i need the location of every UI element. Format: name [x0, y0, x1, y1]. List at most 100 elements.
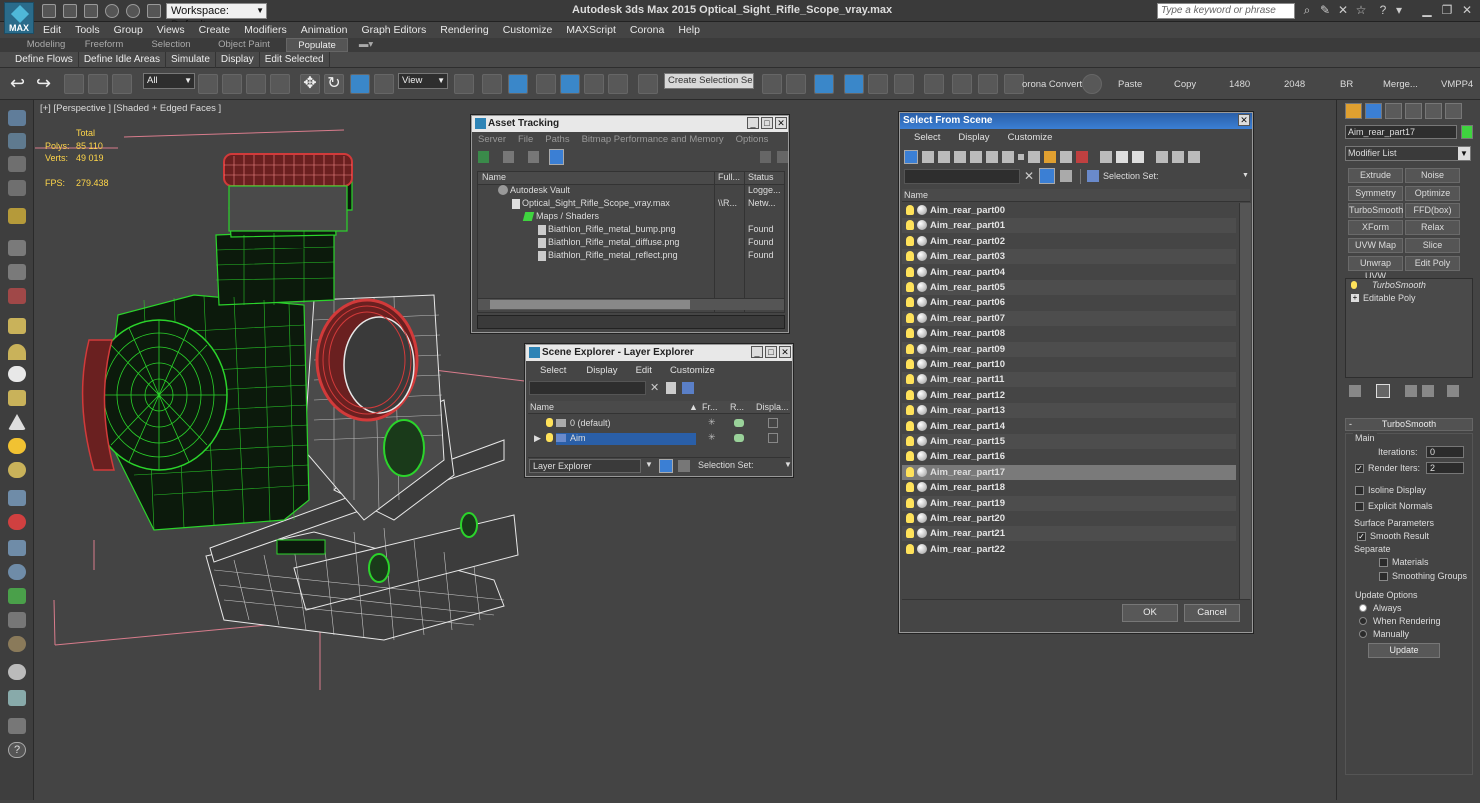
- scene-explorer-search-input[interactable]: [529, 381, 646, 395]
- modify-tab-icon[interactable]: [1365, 103, 1382, 119]
- detail-view-icon[interactable]: [528, 151, 540, 163]
- object-list-item[interactable]: Aim_rear_part22: [902, 542, 1236, 557]
- menu-graph-editors[interactable]: Graph Editors: [354, 22, 433, 38]
- new-file-icon[interactable]: [42, 4, 56, 18]
- percent-snap-icon[interactable]: [584, 74, 604, 94]
- unwrap-uvw-button[interactable]: Unwrap UVW: [1348, 256, 1403, 281]
- object-list-item[interactable]: Aim_rear_part14: [902, 419, 1236, 434]
- stack-item-turbosmooth[interactable]: TurboSmooth: [1346, 279, 1472, 291]
- light-bulb-icon[interactable]: [906, 543, 914, 554]
- hierarchy-mode-icon[interactable]: [678, 460, 690, 472]
- object-list-item[interactable]: Aim_rear_part17: [902, 464, 1236, 480]
- menu-edit[interactable]: Edit: [36, 22, 68, 38]
- light-bulb-icon[interactable]: [906, 220, 914, 231]
- object-list-item[interactable]: Aim_rear_part11: [902, 372, 1236, 388]
- cone-icon[interactable]: [8, 414, 26, 430]
- turbosmooth-button[interactable]: TurboSmooth: [1348, 203, 1403, 218]
- display-all-icon[interactable]: [1100, 151, 1112, 163]
- cloner-icon[interactable]: [8, 288, 26, 304]
- noise-button[interactable]: Noise: [1405, 168, 1460, 183]
- light-bulb-icon[interactable]: [906, 251, 914, 262]
- object-list-item[interactable]: Aim_rear_part08: [902, 326, 1236, 341]
- spinner-snap-icon[interactable]: [608, 74, 628, 94]
- vmpp-button[interactable]: VMPP4: [1441, 79, 1473, 90]
- tab-freeform[interactable]: Freeform: [78, 38, 130, 52]
- horizontal-scrollbar[interactable]: [478, 298, 784, 310]
- light-icon[interactable]: [8, 208, 26, 224]
- keyboard-shortcut-override-icon[interactable]: [508, 74, 528, 94]
- define-flows-button[interactable]: Define Flows: [10, 51, 79, 68]
- render-production-icon[interactable]: [1004, 74, 1024, 94]
- smooth-result-checkbox[interactable]: ✓: [1357, 532, 1366, 541]
- display-bones-icon[interactable]: [1028, 151, 1040, 163]
- explicit-normals-checkbox[interactable]: [1355, 502, 1364, 511]
- asset-path-field[interactable]: [477, 315, 785, 329]
- help-context-icon[interactable]: [776, 151, 789, 163]
- stack-item-editable-poly[interactable]: + Editable Poly: [1346, 292, 1472, 304]
- display-lights-icon[interactable]: [938, 151, 950, 163]
- forces-icon[interactable]: [8, 540, 26, 556]
- br-button[interactable]: BR: [1340, 79, 1353, 90]
- column-name[interactable]: Name: [530, 402, 554, 412]
- light-bulb-icon[interactable]: [906, 497, 914, 508]
- material-sphere-icon[interactable]: [8, 664, 26, 680]
- light-bulb-icon[interactable]: [906, 328, 914, 339]
- ribbon-options-icon[interactable]: ▬▾: [354, 38, 378, 52]
- communication-icon[interactable]: ✕: [1334, 3, 1352, 19]
- asset-row[interactable]: Maps / Shaders: [478, 211, 784, 224]
- display-cameras-icon[interactable]: [954, 151, 966, 163]
- mirror-icon[interactable]: [762, 74, 782, 94]
- gear-icon[interactable]: [8, 564, 26, 580]
- help-icon[interactable]: [759, 151, 771, 163]
- freeze-icon[interactable]: ✳: [708, 432, 716, 443]
- light-bulb-icon[interactable]: [906, 205, 914, 215]
- named-selection-set-dropdown[interactable]: Create Selection Se: [664, 73, 754, 89]
- object-list-item[interactable]: Aim_rear_part00: [902, 203, 1236, 218]
- snaps-toggle-icon[interactable]: [536, 74, 556, 94]
- selection-filter-dropdown[interactable]: All ▼: [143, 73, 195, 89]
- link-icon[interactable]: [64, 74, 84, 94]
- ffd-box-button[interactable]: FFD(box): [1405, 203, 1460, 218]
- curve-editor-icon[interactable]: [868, 74, 888, 94]
- make-unique-icon[interactable]: [1405, 385, 1417, 397]
- simulate-button[interactable]: Simulate: [166, 51, 216, 68]
- find-case-sensitive-icon[interactable]: [1039, 168, 1055, 184]
- scene-explorer-titlebar[interactable]: Scene Explorer - Layer Explorer _ □ ✕: [526, 345, 792, 361]
- chevron-down-icon[interactable]: ▼: [1242, 172, 1249, 179]
- light-bulb-icon[interactable]: [906, 513, 914, 523]
- menu-display[interactable]: Display: [580, 365, 623, 376]
- bind-space-warp-icon[interactable]: [112, 74, 132, 94]
- materials-checkbox[interactable]: [1379, 558, 1388, 567]
- grid-icon[interactable]: [8, 180, 26, 196]
- skull-icon[interactable]: [1082, 74, 1102, 94]
- display-containers-icon[interactable]: [1044, 151, 1056, 163]
- column-freeze[interactable]: Fr...: [702, 402, 718, 412]
- object-list-item[interactable]: Aim_rear_part16: [902, 449, 1236, 464]
- helper-icon[interactable]: [8, 264, 26, 280]
- asset-row[interactable]: Autodesk Vault Logge...: [478, 185, 784, 198]
- material-editor-icon[interactable]: [924, 74, 944, 94]
- display-space-warps-icon[interactable]: [986, 151, 998, 163]
- layer-row[interactable]: ▶ Aim ✳: [528, 431, 790, 446]
- object-list-item[interactable]: Aim_rear_part12: [902, 388, 1236, 403]
- object-list-item[interactable]: Aim_rear_part18: [902, 480, 1236, 495]
- render-iters-spinner[interactable]: 2: [1426, 462, 1464, 474]
- display-none-icon[interactable]: [1116, 151, 1128, 163]
- column-name[interactable]: Name: [904, 190, 928, 200]
- menu-views[interactable]: Views: [150, 22, 192, 38]
- update-button[interactable]: Update: [1368, 643, 1440, 658]
- object-list-item[interactable]: Aim_rear_part20: [902, 511, 1236, 526]
- light-bulb-icon[interactable]: [906, 482, 914, 493]
- tile-map-icon[interactable]: [8, 690, 26, 706]
- menu-customize[interactable]: Customize: [496, 22, 560, 38]
- layer-manager-icon[interactable]: [814, 74, 834, 94]
- ring-icon[interactable]: [8, 462, 26, 478]
- scatter-icon[interactable]: [8, 636, 26, 652]
- utilities-tab-icon[interactable]: [1445, 103, 1462, 119]
- window-crossing-icon[interactable]: [270, 74, 290, 94]
- sync-selection-icon[interactable]: [1188, 151, 1200, 163]
- column-full-path[interactable]: Full...: [718, 172, 740, 182]
- help-dropdown-icon[interactable]: ▾: [1390, 3, 1408, 19]
- edit-named-selection-icon[interactable]: [638, 74, 658, 94]
- manually-radio[interactable]: [1359, 630, 1367, 638]
